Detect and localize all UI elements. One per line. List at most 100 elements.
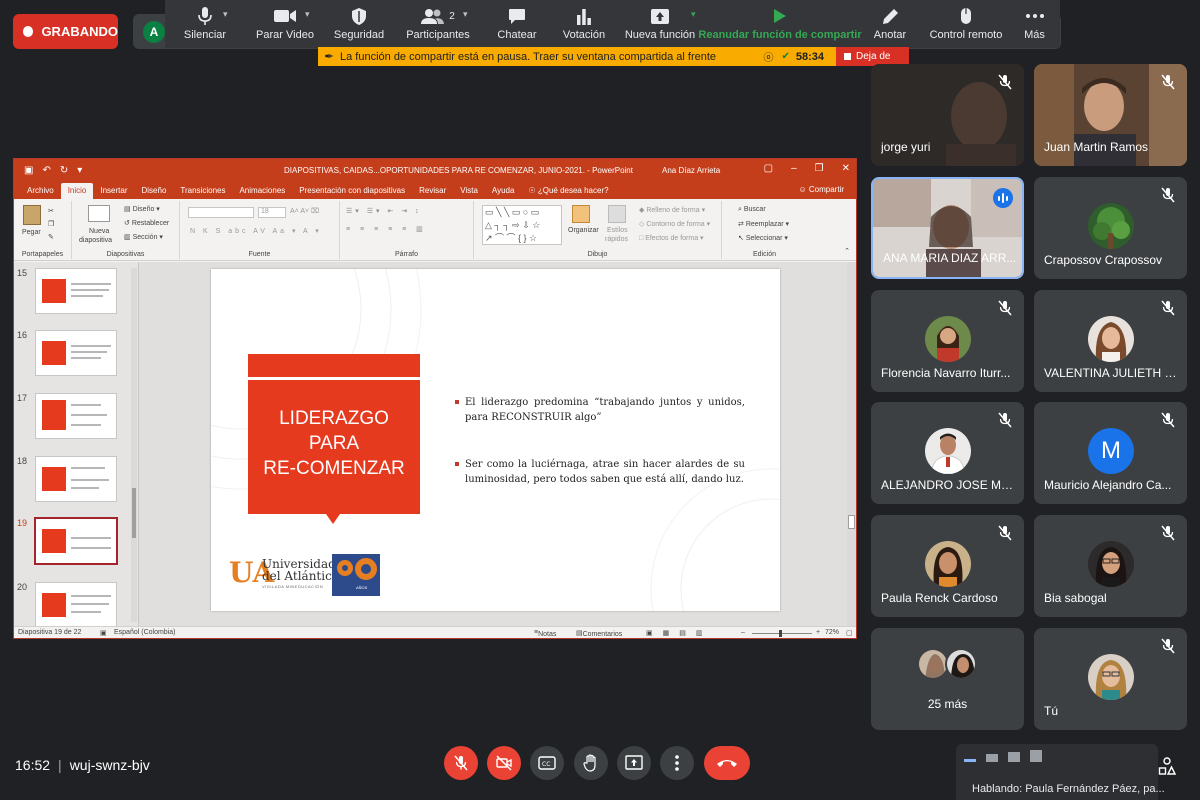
zoom-out-icon[interactable]: – [741, 629, 745, 636]
captions-button[interactable]: CC [530, 746, 564, 780]
thumbnail-scrollbar[interactable] [131, 268, 137, 622]
format-painter-icon[interactable]: ✎ [48, 233, 54, 241]
font-format-buttons[interactable]: N K S abc AV Aa ▾ A ▾ [190, 227, 322, 235]
participant-tile-self[interactable]: Tú [1034, 628, 1187, 730]
more-participants-tile[interactable]: 25 más [871, 628, 1024, 730]
chevron-down-icon[interactable]: ▾ [691, 9, 696, 20]
shape-fill-button[interactable]: ◆ Relleno de forma ▾ [639, 206, 705, 214]
save-icon[interactable]: ▣ [24, 165, 33, 176]
chat-button[interactable]: Chatear [483, 0, 551, 48]
participant-tile[interactable]: Juan Martin Ramos [1034, 64, 1187, 166]
thumbnail-slide-18[interactable]: 18 [14, 454, 134, 509]
layout-option[interactable] [1008, 752, 1020, 762]
tab-presentacion[interactable]: Presentación con diapositivas [292, 183, 412, 199]
remote-control-button[interactable]: Control remoto [923, 0, 1009, 48]
chevron-down-icon[interactable]: ▾ [463, 9, 468, 20]
close-icon[interactable]: ✕ [842, 163, 850, 174]
layout-button[interactable]: ▤ Diseño ▾ [124, 205, 160, 213]
minimize-icon[interactable]: – [791, 163, 797, 174]
tab-inicio[interactable]: Inicio [60, 183, 94, 199]
zoom-in-icon[interactable]: + [816, 629, 820, 636]
participant-tile[interactable]: ALEJANDRO JOSE MA... [871, 402, 1024, 504]
zoom-slider[interactable] [752, 633, 812, 634]
raise-hand-button[interactable] [574, 746, 608, 780]
toggle-camera-button[interactable] [487, 746, 521, 780]
spellcheck-icon[interactable]: ▣ [100, 629, 107, 637]
font-family-select[interactable] [188, 207, 254, 218]
participant-tile[interactable]: jorge yuri [871, 64, 1024, 166]
host-avatar[interactable]: A [143, 21, 165, 43]
font-size-select[interactable]: 18 [258, 207, 286, 218]
list-buttons[interactable]: ☰▾ ☰▾ ⇤ ⇥ ↕ [346, 207, 422, 215]
find-button[interactable]: ⌕ Buscar [738, 206, 766, 214]
thumbnail-slide-19[interactable]: 19 [14, 516, 134, 571]
ppt-user-name[interactable]: Ana Díaz Arrieta [662, 166, 720, 175]
participant-tile-speaking[interactable]: ANA MARIA DIAZ ARR... [871, 177, 1024, 279]
security-button[interactable]: Seguridad [325, 0, 393, 48]
comments-button[interactable]: ▤ Comentarios [576, 629, 622, 638]
language-status[interactable]: Español (Colombia) [114, 629, 175, 636]
participant-tile[interactable]: Bia sabogal [1034, 515, 1187, 617]
chevron-down-icon[interactable]: ▾ [223, 9, 228, 20]
share-button[interactable]: ☺ Compartir [798, 185, 844, 194]
align-buttons[interactable]: ≡ ≡ ≡ ≡ ≡ ▥ [346, 225, 427, 233]
notes-button[interactable]: ≡ Notas [534, 629, 556, 638]
view-buttons[interactable]: ▣▦▤▥ [646, 629, 712, 637]
copy-icon[interactable]: ❐ [48, 220, 54, 228]
slide-scrollbar[interactable] [847, 262, 856, 626]
cut-icon[interactable]: ✂ [48, 207, 54, 215]
thumbnail-slide-20[interactable]: 20 [14, 580, 134, 626]
participant-tile[interactable]: Crapossov Crapossov [1034, 177, 1187, 279]
toggle-mic-button[interactable] [444, 746, 478, 780]
participant-tile[interactable]: M Mauricio Alejandro Ca... [1034, 402, 1187, 504]
mute-button[interactable]: ▾ Silenciar [165, 0, 245, 48]
chevron-down-icon[interactable]: ▾ [305, 9, 310, 20]
participant-tile[interactable]: Florencia Navarro Iturr... [871, 290, 1024, 392]
arrange-icon[interactable] [572, 205, 590, 223]
zoom-level[interactable]: 72% [825, 629, 839, 636]
tab-revisar[interactable]: Revisar [412, 183, 453, 199]
ribbon-display-icon[interactable]: ▢ [764, 163, 773, 174]
redo-icon[interactable]: ↻ [60, 165, 68, 176]
thumbnail-slide-16[interactable]: 16 [14, 328, 134, 383]
collapse-ribbon-icon[interactable]: ⌃ [844, 247, 850, 255]
customize-icon[interactable]: ▾ [77, 165, 82, 176]
tab-insertar[interactable]: Insertar [93, 183, 134, 199]
tab-animaciones[interactable]: Animaciones [232, 183, 292, 199]
current-slide[interactable]: LIDERAZGO PARA RE-COMENZAR El liderazgo … [211, 269, 780, 611]
undo-icon[interactable]: ↶ [42, 165, 50, 176]
section-button[interactable]: ▥ Sección ▾ [124, 233, 163, 241]
present-button[interactable] [617, 746, 651, 780]
replace-button[interactable]: ⇄ Reemplazar ▾ [738, 220, 789, 228]
shape-outline-button[interactable]: ◇ Contorno de forma ▾ [639, 220, 710, 228]
participant-tile[interactable]: Paula Renck Cardoso [871, 515, 1024, 617]
leave-call-button[interactable] [704, 746, 750, 780]
shape-effects-button[interactable]: □ Efectos de forma ▾ [639, 234, 704, 242]
zoom-slider-handle[interactable] [779, 630, 782, 637]
tab-diseno[interactable]: Diseño [135, 183, 174, 199]
arrange-button[interactable]: Organizar [568, 227, 599, 234]
annotate-button[interactable]: Anotar [857, 0, 923, 48]
thumbnail-slide-17[interactable]: 17 [14, 391, 134, 446]
participant-tile[interactable]: VALENTINA JULIETH O... [1034, 290, 1187, 392]
meeting-details[interactable]: 16:52 | wuj-swnz-bjv [15, 757, 150, 773]
grid-layout-icon[interactable] [1030, 750, 1042, 762]
activities-button[interactable] [1158, 757, 1177, 780]
reset-button[interactable]: ↺ Restablecer [124, 219, 169, 227]
tab-archivo[interactable]: Archivo [20, 183, 61, 199]
shapes-gallery[interactable]: ▭ ╲ ╲ ▭ ○ ▭ △ ┐ ┐ ⇨ ⇩ ☆ ↗ ⌒ ⌒ { } ☆ [482, 205, 562, 245]
participants-button[interactable]: 2 ▾ Participantes [393, 0, 483, 48]
restore-icon[interactable]: ❐ [815, 163, 824, 174]
new-slide-button[interactable]: diapositiva [79, 237, 112, 244]
resume-share-button[interactable]: Reanudar función de compartir [698, 0, 862, 48]
layout-option-selected[interactable] [964, 759, 976, 762]
tab-transiciones[interactable]: Transiciones [173, 183, 232, 199]
new-slide-icon[interactable] [88, 205, 110, 222]
tell-me-search[interactable]: ☉ ¿Qué desea hacer? [521, 183, 615, 199]
quick-styles-icon[interactable] [608, 205, 626, 223]
more-options-button[interactable] [660, 746, 694, 780]
quick-styles-button[interactable]: rápidos [605, 236, 628, 243]
font-grow-icon[interactable]: A˄ A˅ ⌧ [290, 207, 319, 215]
stop-video-button[interactable]: ▾ Parar Video [245, 0, 325, 48]
paste-icon[interactable] [23, 205, 41, 225]
